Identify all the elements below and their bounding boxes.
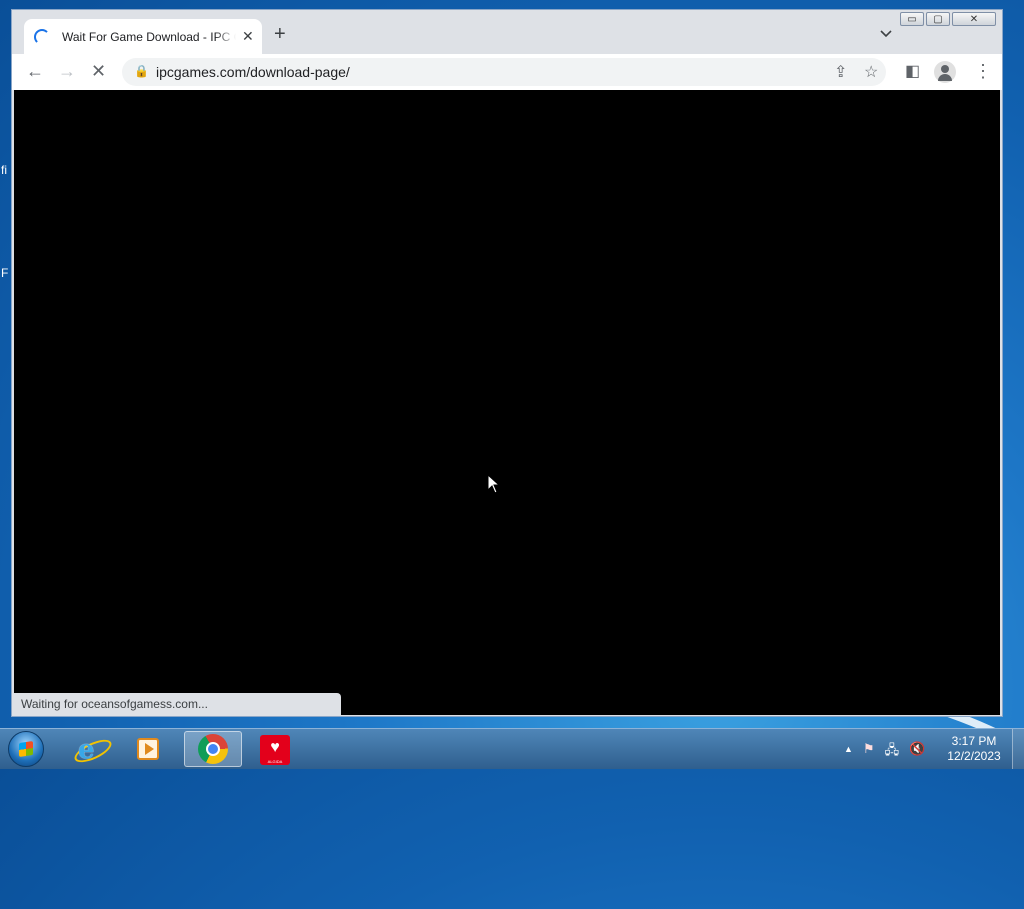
algida-logo-text: ALGIDA	[267, 759, 283, 764]
close-window-button[interactable]: ✕	[952, 12, 996, 26]
taskbar: e ♥ ALGIDA ▲ ⚑ 🖧 🔇 3:17 PM 12/2/2023	[0, 728, 1024, 769]
browser-tab[interactable]: Wait For Game Download - IPC Games ✕	[24, 19, 262, 54]
network-icon[interactable]: 🖧	[885, 741, 900, 763]
clock-time: 3:17 PM	[951, 734, 997, 748]
show-desktop-button[interactable]	[1012, 729, 1024, 769]
action-center-flag-icon[interactable]: ⚑	[863, 741, 875, 763]
lock-icon[interactable]: 🔒	[134, 64, 149, 78]
algida-icon: ♥ ALGIDA	[260, 735, 290, 765]
browser-window: ▭ ▢ ✕ Wait For Game Download - IPC Games…	[11, 9, 1003, 717]
minimize-button[interactable]: ▭	[900, 12, 924, 26]
ie-icon: e	[78, 735, 95, 765]
bookmark-star-icon[interactable]: ☆	[864, 62, 878, 82]
desktop-icon-label[interactable]: fi	[1, 163, 7, 177]
back-arrow-icon[interactable]: ←	[26, 61, 44, 82]
maximize-button[interactable]: ▢	[926, 12, 950, 26]
stop-loading-icon[interactable]: ✕	[91, 61, 106, 82]
tab-title: Wait For Game Download - IPC Games	[62, 29, 236, 44]
taskbar-app-internet-explorer[interactable]: e	[62, 731, 120, 767]
browser-toolbar: ← → ✕ 🔒 ipcgames.com/download-page/ ⇪ ☆ …	[12, 54, 1002, 90]
clock-date: 12/2/2023	[947, 749, 1001, 763]
caption-buttons: ▭ ▢ ✕	[900, 12, 996, 26]
show-hidden-icons-arrow-icon[interactable]: ▲	[844, 741, 853, 763]
share-icon[interactable]: ⇪	[834, 62, 847, 82]
chrome-icon	[198, 734, 228, 764]
media-player-icon	[137, 738, 159, 760]
taskbar-app-chrome[interactable]	[184, 731, 242, 767]
side-panel-icon[interactable]: ◧	[905, 61, 920, 81]
new-tab-button[interactable]: +	[274, 23, 286, 46]
loading-spinner-icon	[34, 28, 50, 45]
tab-search-chevron-icon[interactable]	[880, 27, 892, 41]
desktop-icon-label[interactable]: F	[1, 266, 8, 280]
status-bubble: Waiting for oceansofgamess.com...	[14, 693, 341, 715]
profile-avatar-icon[interactable]	[934, 61, 956, 83]
url-text[interactable]: ipcgames.com/download-page/	[156, 64, 350, 80]
forward-arrow-icon[interactable]: →	[58, 61, 76, 82]
close-tab-icon[interactable]: ✕	[242, 28, 254, 45]
mouse-cursor-icon	[487, 474, 501, 494]
system-clock[interactable]: 3:17 PM 12/2/2023	[944, 734, 1004, 764]
volume-muted-icon[interactable]: 🔇	[909, 741, 925, 763]
taskbar-app-media-player[interactable]	[120, 731, 178, 767]
address-bar[interactable]: 🔒 ipcgames.com/download-page/ ⇪ ☆	[122, 58, 886, 86]
system-tray: ▲ ⚑ 🖧 🔇	[844, 741, 925, 763]
start-button[interactable]	[8, 731, 44, 767]
taskbar-app-algida[interactable]: ♥ ALGIDA	[245, 731, 303, 767]
windows-logo-icon	[19, 741, 33, 757]
page-viewport[interactable]: Waiting for oceansofgamess.com...	[14, 90, 1000, 715]
menu-dots-icon[interactable]: ⋮	[974, 61, 992, 82]
